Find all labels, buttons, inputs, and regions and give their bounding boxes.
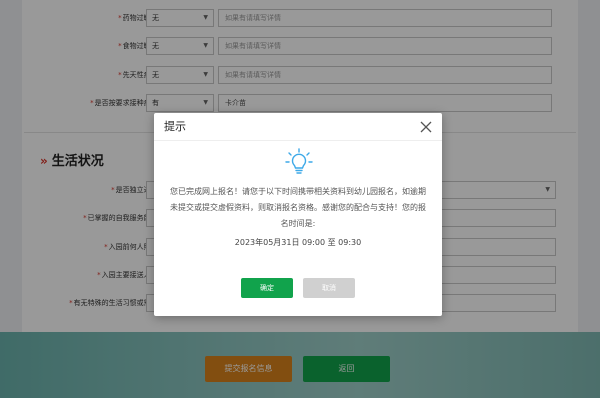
close-icon[interactable] xyxy=(418,119,434,135)
dialog-message: 您已完成网上报名！请您于以下时间携带相关资料到幼儿园报名，如逾期未提交或提交虚假… xyxy=(170,187,426,228)
confirm-button[interactable]: 确定 xyxy=(241,278,293,298)
registration-time: 2023年05月31日 09:00 至 09:30 xyxy=(234,238,362,247)
lightbulb-icon xyxy=(285,148,313,174)
notice-dialog: 提示 您已完成网上报名！请您于以下时间携带相关资料到幼儿园报名，如逾期未提交或提… xyxy=(154,113,442,316)
dialog-header: 提示 xyxy=(154,113,442,141)
dialog-title: 提示 xyxy=(164,120,186,133)
cancel-button[interactable]: 取消 xyxy=(303,278,355,298)
